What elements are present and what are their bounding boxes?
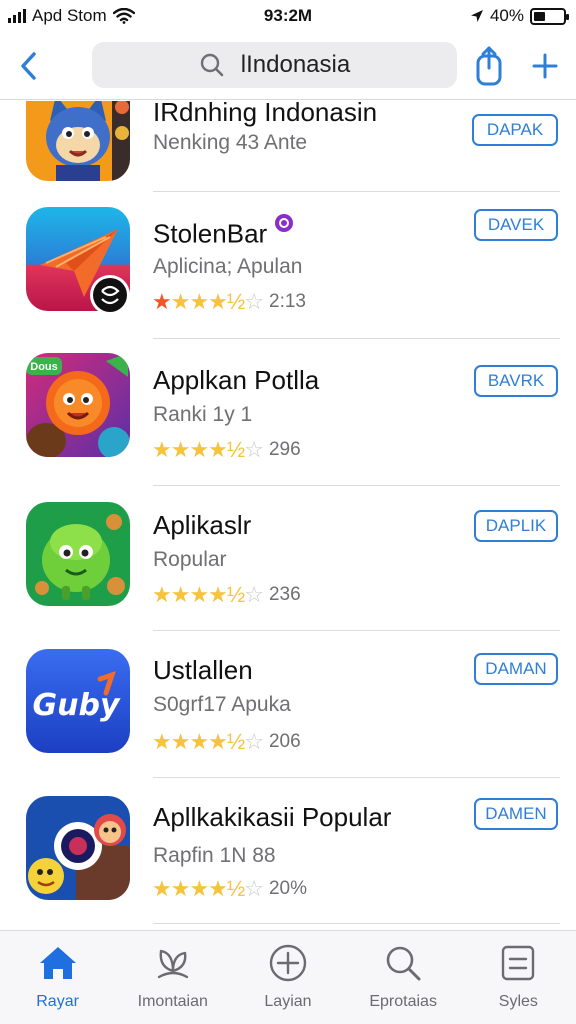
get-button[interactable]: DAVEK xyxy=(474,209,558,241)
app-subtitle: Nenking 43 Ante xyxy=(153,131,308,154)
plus-circle-icon xyxy=(269,944,307,982)
get-button[interactable]: DAPAK xyxy=(472,114,558,146)
plant-icon xyxy=(157,949,188,979)
star-rating: ★★★★½☆ xyxy=(152,729,264,754)
search-query: lIndonasia xyxy=(240,51,351,78)
rating-count: 20% xyxy=(268,878,308,899)
tab-bar: Rayar Imontaian Layian Eprotaias Syles xyxy=(0,930,576,1024)
app-icon-logo: Guby xyxy=(26,649,130,753)
battery-icon xyxy=(530,7,569,25)
app-name: Ustlallen xyxy=(153,655,253,685)
search-field[interactable]: lIndonasia xyxy=(92,42,457,88)
home-icon xyxy=(39,947,76,979)
app-subtitle: Ropular xyxy=(153,548,227,571)
share-icon xyxy=(476,46,502,86)
app-subtitle: Aplicina; Apulan xyxy=(153,255,303,278)
get-button[interactable]: BAVRK xyxy=(474,365,558,397)
app-name: StolenBar xyxy=(153,213,294,250)
get-button[interactable]: DAMEN xyxy=(474,798,558,830)
tab-syles[interactable]: Syles xyxy=(461,931,576,1024)
app-icon-monster xyxy=(26,502,130,606)
status-bar: Apd Stom 93:2M 40% xyxy=(0,0,576,32)
tab-label: Layian xyxy=(264,993,312,1010)
search-icon xyxy=(386,946,421,981)
app-icon-orange: Dous xyxy=(26,353,130,457)
tab-label: Imontaian xyxy=(137,993,208,1010)
rating-count: 206 xyxy=(268,731,301,752)
app-row[interactable]: StolenBar Aplicina; Apulan ★★★★½☆ 2:13 D… xyxy=(0,193,576,339)
search-icon xyxy=(200,53,224,77)
get-button[interactable]: DAPLIK xyxy=(474,510,558,542)
star-rating: ★★★★½☆ xyxy=(152,289,264,314)
app-name: Apllkakikasii Popular xyxy=(153,802,392,832)
tab-label: Rayar xyxy=(36,993,79,1010)
app-row[interactable]: Guby Ustlallen S0grf17 Apuka ★★★★½☆ 206 … xyxy=(0,631,576,777)
rating-count: 236 xyxy=(268,584,301,605)
app-row[interactable]: Aplikaslr Ropular ★★★★½☆ 236 DAPLIK xyxy=(0,486,576,632)
status-right: 40% xyxy=(470,6,569,26)
verified-icon xyxy=(275,214,294,232)
tab-label: Eprotaias xyxy=(369,993,437,1010)
app-name: Aplikaslr xyxy=(153,510,252,540)
divider xyxy=(153,923,560,924)
app-subtitle: Rapfin 1N 88 xyxy=(153,844,276,867)
app-icon-fox xyxy=(26,101,130,181)
divider xyxy=(153,191,560,192)
tab-layian[interactable]: Layian xyxy=(230,931,345,1024)
app-icon-badge-text: Dous xyxy=(30,361,58,373)
app-list: IRdnhing Indonasin Nenking 43 Ante DAPAK xyxy=(0,101,576,929)
app-name: Applkan Potlla xyxy=(153,365,320,395)
app-row[interactable]: Dous Applkan Potlla Ranki 1y 1 ★★★★½☆ 29… xyxy=(0,339,576,485)
plus-icon xyxy=(532,53,558,79)
battery-percent: 40% xyxy=(489,6,524,25)
location-arrow-icon xyxy=(470,10,483,22)
tab-rayar[interactable]: Rayar xyxy=(0,931,115,1024)
app-name: IRdnhing Indonasin xyxy=(153,101,378,127)
tab-label: Syles xyxy=(498,993,538,1010)
star-rating: ★★★★½☆ xyxy=(152,582,264,607)
star-rating: ★★★★½☆ xyxy=(152,437,264,462)
rating-count: 2:13 xyxy=(269,291,306,312)
app-subtitle: S0grf17 Apuka xyxy=(153,693,291,716)
rating: ★★★★½☆ 2:13 xyxy=(152,289,306,315)
nav-bar: lIndonasia xyxy=(0,36,576,100)
rating: ★★★★½☆ 236 xyxy=(152,582,301,608)
add-button[interactable] xyxy=(526,46,564,86)
app-subtitle: Ranki 1y 1 xyxy=(153,403,253,426)
chevron-left-icon xyxy=(21,52,36,80)
list-icon xyxy=(502,945,535,981)
tab-imontaian[interactable]: Imontaian xyxy=(115,931,230,1024)
star-rating: ★★★★½☆ xyxy=(152,876,264,901)
app-badge-icon xyxy=(90,275,130,315)
rating-count: 296 xyxy=(268,439,301,460)
share-button[interactable] xyxy=(470,44,508,88)
rating: ★★★★½☆ 20% xyxy=(152,876,307,902)
back-button[interactable] xyxy=(12,46,48,86)
rating: ★★★★½☆ 206 xyxy=(152,729,301,755)
app-row[interactable]: Apllkakikasii Popular Rapfin 1N 88 ★★★★½… xyxy=(0,778,576,924)
app-icon-characters xyxy=(26,796,130,900)
get-button[interactable]: DAMAN xyxy=(474,653,558,685)
rating: ★★★★½☆ 296 xyxy=(152,437,301,463)
tab-eprotaias[interactable]: Eprotaias xyxy=(346,931,461,1024)
